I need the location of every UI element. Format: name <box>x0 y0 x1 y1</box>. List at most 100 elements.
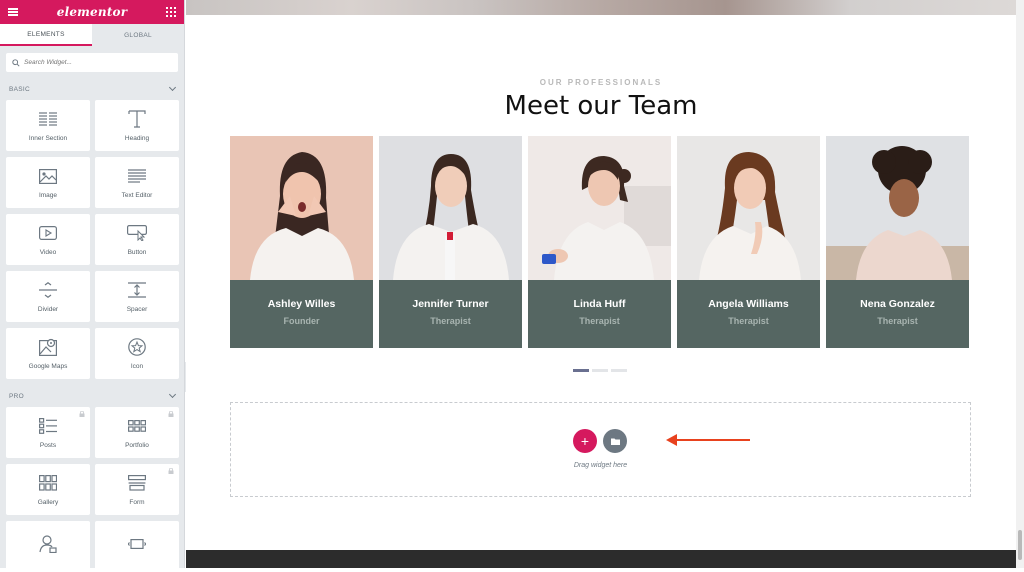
team-role: Therapist <box>579 316 620 326</box>
widget-label: Text Editor <box>121 192 153 199</box>
pointer-arrow <box>666 434 750 446</box>
add-template-button[interactable] <box>603 429 627 453</box>
widget-slides[interactable] <box>95 521 179 572</box>
tab-global[interactable]: GLOBAL <box>92 24 184 46</box>
menu-icon[interactable] <box>8 8 18 16</box>
text-editor-icon <box>126 166 148 186</box>
form-icon <box>126 473 148 493</box>
widget-text-editor[interactable]: Text Editor <box>95 157 179 208</box>
widget-label: Button <box>127 249 147 256</box>
section-basic-label: BASIC <box>9 85 31 93</box>
video-icon <box>37 223 59 243</box>
widget-image[interactable]: Image <box>6 157 90 208</box>
brand-logo: elementor <box>56 5 128 19</box>
team-role: Therapist <box>877 316 918 326</box>
panel-tabs: ELEMENTS GLOBAL <box>0 24 184 46</box>
tab-elements[interactable]: ELEMENTS <box>0 24 92 46</box>
team-photo <box>528 136 671 280</box>
page-scrollbar[interactable] <box>1016 0 1024 568</box>
team-photo <box>826 136 969 280</box>
widget-label: Spacer <box>126 306 148 313</box>
team-carousel: Ashley Willes Founder Jennifer Turner Th… <box>230 136 969 348</box>
widget-login[interactable] <box>6 521 90 572</box>
widget-label: Heading <box>124 135 150 142</box>
image-icon <box>37 166 59 186</box>
widget-label: Image <box>38 192 58 199</box>
widget-posts[interactable]: Posts <box>6 407 90 458</box>
team-info: Angela Williams Therapist <box>677 280 820 348</box>
posts-icon <box>37 416 59 436</box>
search-box <box>6 53 178 72</box>
team-name: Jennifer Turner <box>412 298 489 310</box>
drop-zone[interactable]: + Drag widget here <box>230 402 971 497</box>
team-info: Linda Huff Therapist <box>528 280 671 348</box>
widget-label: Form <box>129 499 145 506</box>
widget-label: Inner Section <box>28 135 68 142</box>
team-photo <box>379 136 522 280</box>
carousel-pagination <box>573 369 627 372</box>
widget-heading[interactable]: Heading <box>95 100 179 151</box>
search-widget-input[interactable] <box>24 59 164 66</box>
widget-google-maps[interactable]: Google Maps <box>6 328 90 379</box>
widget-inner-section[interactable]: Inner Section <box>6 100 90 151</box>
widget-video[interactable]: Video <box>6 214 90 265</box>
widget-label: Gallery <box>37 499 59 506</box>
widget-portfolio[interactable]: Portfolio <box>95 407 179 458</box>
carousel-dot[interactable] <box>573 369 589 372</box>
team-info: Jennifer Turner Therapist <box>379 280 522 348</box>
widget-gallery[interactable]: Gallery <box>6 464 90 515</box>
widget-icon[interactable]: Icon <box>95 328 179 379</box>
heading-icon <box>126 109 148 129</box>
widget-label: Google Maps <box>28 363 68 370</box>
team-name: Nena Gonzalez <box>860 298 935 310</box>
section-pro-label: PRO <box>9 392 24 400</box>
widget-button[interactable]: Button <box>95 214 179 265</box>
folder-icon <box>610 438 620 445</box>
google-maps-icon <box>37 337 59 357</box>
slides-icon <box>126 534 148 554</box>
team-photo <box>677 136 820 280</box>
carousel-dot[interactable] <box>611 369 627 372</box>
widget-spacer[interactable]: Spacer <box>95 271 179 322</box>
chevron-down-icon <box>168 390 177 399</box>
team-card[interactable]: Ashley Willes Founder <box>230 136 373 348</box>
pro-widgets: Posts Portfolio Gallery Form <box>0 407 184 572</box>
search-icon <box>12 58 20 67</box>
hero-image-strip <box>186 0 1016 15</box>
section-pro-header[interactable]: PRO <box>0 385 184 407</box>
team-info: Ashley Willes Founder <box>230 280 373 348</box>
lock-icon <box>168 411 174 417</box>
team-card[interactable]: Jennifer Turner Therapist <box>379 136 522 348</box>
scrollbar-thumb[interactable] <box>1018 530 1022 560</box>
carousel-dot[interactable] <box>592 369 608 372</box>
team-name: Linda Huff <box>573 298 626 310</box>
footer-section <box>186 550 1016 568</box>
star-icon <box>126 337 148 357</box>
widget-label: Divider <box>37 306 59 313</box>
apps-grid-icon[interactable] <box>166 7 176 17</box>
widget-label: Posts <box>39 442 57 449</box>
team-card[interactable]: Linda Huff Therapist <box>528 136 671 348</box>
lock-icon <box>79 411 85 417</box>
inner-section-icon <box>37 109 59 129</box>
team-card[interactable]: Nena Gonzalez Therapist <box>826 136 969 348</box>
lock-icon <box>168 468 174 474</box>
team-card[interactable]: Angela Williams Therapist <box>677 136 820 348</box>
spacer-icon <box>126 280 148 300</box>
widget-label: Icon <box>130 363 144 370</box>
section-basic-header[interactable]: BASIC <box>0 78 184 100</box>
widget-form[interactable]: Form <box>95 464 179 515</box>
team-role: Therapist <box>430 316 471 326</box>
gallery-icon <box>37 473 59 493</box>
team-role: Founder <box>283 316 320 326</box>
divider-icon <box>37 280 59 300</box>
widget-divider[interactable]: Divider <box>6 271 90 322</box>
panel-header: elementor <box>0 0 184 24</box>
team-role: Therapist <box>728 316 769 326</box>
basic-widgets: Inner Section Heading Image Text Editor … <box>0 100 184 379</box>
widget-label: Portfolio <box>125 442 149 449</box>
chevron-down-icon <box>168 83 177 92</box>
elementor-panel: elementor ELEMENTS GLOBAL BASIC Inner Se… <box>0 0 185 572</box>
add-section-button[interactable]: + <box>573 429 597 453</box>
portfolio-icon <box>126 416 148 436</box>
